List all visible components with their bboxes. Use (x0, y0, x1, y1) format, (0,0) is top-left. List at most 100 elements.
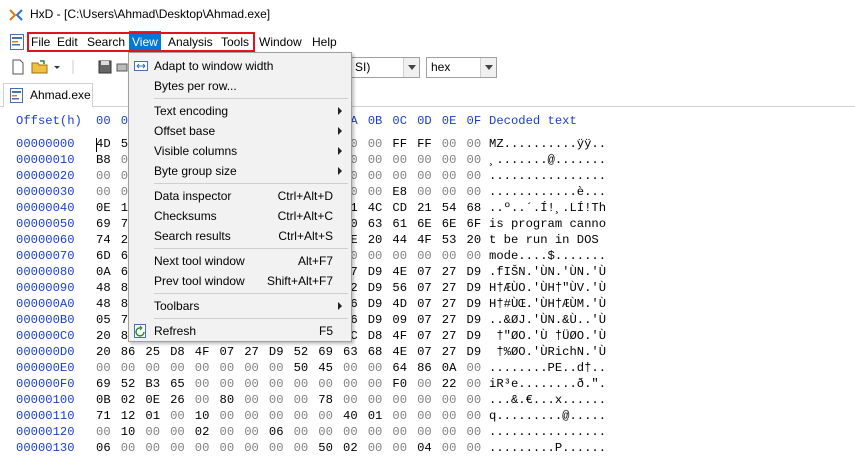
decoded-text[interactable]: H†#ÙŒ.'ÙH†ÆÙM.'Ù (489, 297, 606, 311)
hex-byte[interactable]: 25 (145, 345, 160, 359)
hex-byte[interactable]: 00 (368, 153, 383, 167)
decoded-text[interactable]: .fIŠN.'ÙN.'ÙN.'Ù (489, 265, 606, 279)
hex-byte[interactable]: 00 (442, 409, 457, 423)
hex-byte[interactable]: 0B (96, 393, 111, 407)
hex-byte[interactable]: 4F (392, 329, 407, 343)
hex-byte[interactable]: 00 (417, 377, 432, 391)
menu-item-next-tool-window[interactable]: Next tool window Alt+F7 (129, 251, 351, 271)
hex-byte[interactable]: D9 (467, 313, 482, 327)
hex-byte[interactable]: 61 (392, 217, 407, 231)
hex-byte[interactable]: 00 (96, 185, 111, 199)
menu-item-byte-group-size[interactable]: Byte group size (129, 161, 351, 181)
hex-byte[interactable]: 00 (467, 249, 482, 263)
hex-byte[interactable]: 00 (417, 169, 432, 183)
hex-byte[interactable]: 00 (392, 409, 407, 423)
decoded-text[interactable]: mode....$....... (489, 249, 606, 263)
hex-byte[interactable]: 00 (392, 425, 407, 439)
hex-row[interactable]: 00000120 00 10 00 00 02 00 00 06 00 00 00 00 00 00 00 00… (0, 425, 855, 441)
hex-byte[interactable]: 4E (392, 345, 407, 359)
menu-item-visible-columns[interactable]: Visible columns (129, 141, 351, 161)
hex-byte[interactable]: 00 (368, 361, 383, 375)
hex-byte[interactable]: 53 (442, 233, 457, 247)
hex-byte[interactable]: 68 (467, 201, 482, 215)
hex-byte[interactable]: 00 (467, 137, 482, 151)
hex-byte[interactable]: 00 (343, 425, 358, 439)
hex-row[interactable]: 000000E0 00 00 00 00 00 00 00 00 50 45 00 00 64 86 0A 00… (0, 361, 855, 377)
hex-byte[interactable]: 00 (294, 409, 309, 423)
hex-byte[interactable]: 00 (368, 249, 383, 263)
hex-byte[interactable]: D9 (368, 297, 383, 311)
hex-byte[interactable]: 68 (368, 345, 383, 359)
hex-byte[interactable]: 00 (467, 377, 482, 391)
hex-byte[interactable]: D9 (368, 313, 383, 327)
hex-byte[interactable]: 00 (220, 409, 235, 423)
decoded-text[interactable]: q.........@..... (489, 409, 606, 423)
hex-byte[interactable]: 00 (392, 169, 407, 183)
menu-view[interactable]: View (129, 31, 161, 53)
hex-byte[interactable]: 00 (368, 185, 383, 199)
hex-byte[interactable]: 00 (368, 377, 383, 391)
hex-byte[interactable]: 20 (96, 329, 111, 343)
hex-byte[interactable]: 00 (220, 441, 235, 455)
decoded-text[interactable]: ...&.€...x...... (489, 393, 606, 407)
hex-byte[interactable]: 00 (467, 361, 482, 375)
hex-byte[interactable]: 00 (195, 361, 210, 375)
print-icon[interactable] (116, 58, 128, 76)
hex-byte[interactable]: 00 (417, 153, 432, 167)
hex-byte[interactable]: 00 (294, 393, 309, 407)
hex-byte[interactable]: 86 (121, 345, 136, 359)
hex-byte[interactable]: D8 (368, 329, 383, 343)
hex-byte[interactable]: 69 (96, 217, 111, 231)
decoded-text[interactable]: .........P...... (489, 441, 606, 455)
menu-search[interactable]: Search (84, 31, 128, 53)
decoded-text[interactable]: ........PE..d†.. (489, 361, 606, 375)
hex-byte[interactable]: 50 (294, 361, 309, 375)
hex-byte[interactable]: D9 (467, 281, 482, 295)
hex-byte[interactable]: 00 (220, 377, 235, 391)
hex-byte[interactable]: 00 (467, 441, 482, 455)
hex-byte[interactable]: 00 (195, 377, 210, 391)
open-folder-icon[interactable] (31, 58, 49, 76)
hex-byte[interactable]: B3 (145, 377, 160, 391)
menu-analysis[interactable]: Analysis (165, 31, 216, 53)
hex-byte[interactable]: 50 (318, 441, 333, 455)
hex-row[interactable]: 00000100 0B 02 0E 26 00 80 00 00 00 78 00 00 00 00 00 00… (0, 393, 855, 409)
hex-byte[interactable]: 80 (220, 393, 235, 407)
hex-byte[interactable]: 45 (318, 361, 333, 375)
hex-byte[interactable]: 00 (442, 393, 457, 407)
hex-byte[interactable]: 00 (467, 185, 482, 199)
hex-byte[interactable]: 00 (467, 409, 482, 423)
hex-byte[interactable]: 00 (467, 425, 482, 439)
hex-byte[interactable]: D8 (170, 345, 185, 359)
decoded-text[interactable]: ..&ØJ.'ÙN.&Ù..'Ù (489, 313, 606, 327)
hex-byte[interactable]: 27 (244, 345, 259, 359)
decoded-text[interactable]: iR³e........ð.". (489, 377, 606, 391)
menu-help[interactable]: Help (309, 31, 340, 53)
hex-byte[interactable]: 6E (442, 217, 457, 231)
hex-byte[interactable]: 00 (170, 441, 185, 455)
menu-item-checksums[interactable]: Checksums Ctrl+Alt+C (129, 206, 351, 226)
open-dropdown-arrow-icon[interactable] (52, 58, 62, 76)
hex-byte[interactable]: 00 (269, 409, 284, 423)
hex-byte[interactable]: 00 (343, 377, 358, 391)
hex-byte[interactable]: 00 (392, 249, 407, 263)
decoded-text[interactable]: H†ÆÙO.'ÙH†"ÙV.'Ù (489, 281, 606, 295)
hex-byte[interactable]: B8 (96, 153, 111, 167)
hex-byte[interactable]: 26 (170, 393, 185, 407)
hex-byte[interactable]: 52 (121, 377, 136, 391)
hex-byte[interactable]: 00 (121, 361, 136, 375)
hex-byte[interactable]: 00 (368, 441, 383, 455)
hex-byte[interactable]: 00 (96, 169, 111, 183)
hex-byte[interactable]: 71 (96, 409, 111, 423)
hex-byte[interactable]: D9 (269, 345, 284, 359)
menu-item-text-encoding[interactable]: Text encoding (129, 101, 351, 121)
hex-byte[interactable]: 00 (417, 249, 432, 263)
hex-byte[interactable]: 00 (294, 377, 309, 391)
hex-byte[interactable]: 0A (96, 265, 111, 279)
hex-byte[interactable]: 00 (294, 441, 309, 455)
hex-byte[interactable]: 07 (417, 313, 432, 327)
hex-byte[interactable]: 00 (269, 361, 284, 375)
hex-byte[interactable]: 6F (467, 217, 482, 231)
hex-byte[interactable]: 00 (467, 169, 482, 183)
hex-byte[interactable]: 20 (96, 345, 111, 359)
